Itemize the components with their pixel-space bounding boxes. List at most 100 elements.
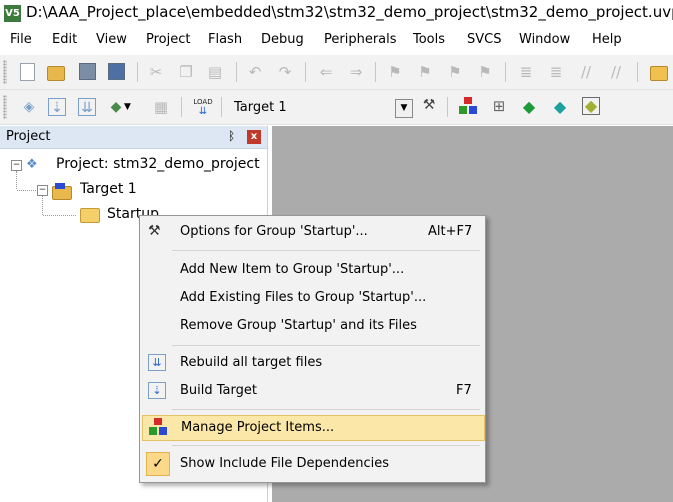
menu-item-add-existing-files[interactable]: Add Existing Files to Group 'Startup'...: [142, 285, 483, 311]
insert-bookmark-icon[interactable]: ⚑: [386, 63, 404, 81]
menu-item-manage-project-items[interactable]: Manage Project Items...: [142, 415, 485, 441]
select-packs-icon[interactable]: ⊞: [490, 97, 508, 115]
menu-item-options-for-group[interactable]: ⚒ Options for Group 'Startup'... Alt+F7: [142, 219, 483, 245]
next-bookmark-icon[interactable]: ⚑: [446, 63, 464, 81]
menu-item-rebuild-all[interactable]: ⇊ Rebuild all target files: [142, 350, 483, 376]
menu-item-label: Add Existing Files to Group 'Startup'...: [180, 290, 427, 305]
target-collapse-toggle[interactable]: −: [37, 185, 48, 196]
load-download-icon[interactable]: LOAD ⇊: [192, 98, 214, 117]
menu-project[interactable]: Project: [146, 32, 190, 47]
undo-icon[interactable]: ↶: [246, 63, 264, 81]
paste-icon[interactable]: ▤: [206, 63, 224, 81]
unindent-icon[interactable]: ≣: [547, 63, 565, 81]
menu-peripherals[interactable]: Peripherals: [324, 32, 397, 47]
cut-icon[interactable]: ✂: [147, 63, 165, 81]
toolbar-separator: [305, 62, 306, 82]
stop-build-icon[interactable]: ▦: [152, 98, 170, 116]
navigate-forward-icon[interactable]: ⇒: [347, 63, 365, 81]
target-icon: [52, 183, 72, 200]
project-panel-title: Project: [6, 129, 51, 144]
menu-item-build-target[interactable]: ⇣ Build Target F7: [142, 378, 483, 404]
multi-project-icon[interactable]: ◆: [582, 97, 600, 115]
redo-icon[interactable]: ↷: [276, 63, 294, 81]
window-title: D:\AAA_Project_place\embedded\stm32\stm3…: [26, 3, 673, 21]
pin-icon[interactable]: ᛒ: [228, 129, 235, 143]
clear-bookmarks-icon[interactable]: ⚑: [476, 63, 494, 81]
menu-view[interactable]: View: [96, 32, 127, 47]
options-wand-icon: ⚒: [148, 223, 161, 239]
file-toolbar: ✂ ❐ ▤ ↶ ↷ ⇐ ⇒ ⚑ ⚑ ⚑ ⚑ ≣ ≣ // //: [0, 55, 673, 90]
menu-edit[interactable]: Edit: [52, 32, 77, 47]
menu-debug[interactable]: Debug: [261, 32, 304, 47]
translate-icon[interactable]: ◈: [20, 98, 38, 116]
toolbar-separator: [447, 97, 448, 117]
menu-item-show-include-deps[interactable]: ✓ Show Include File Dependencies: [142, 451, 483, 477]
navigate-back-icon[interactable]: ⇐: [317, 63, 335, 81]
project-collapse-toggle[interactable]: −: [11, 160, 22, 171]
toolbar-grip[interactable]: [3, 60, 7, 84]
new-file-icon[interactable]: [20, 63, 35, 81]
menu-item-label: Build Target: [180, 383, 257, 398]
tree-guide-line: [16, 171, 18, 189]
tree-guide-line: [42, 196, 44, 215]
menu-svcs[interactable]: SVCS: [467, 32, 501, 47]
build-icon[interactable]: ⇣: [48, 98, 66, 116]
menu-item-remove-group[interactable]: Remove Group 'Startup' and its Files: [142, 313, 483, 339]
group-context-menu: ⚒ Options for Group 'Startup'... Alt+F7 …: [139, 215, 486, 483]
menu-item-label: Manage Project Items...: [181, 420, 335, 435]
manage-project-items-icon: [149, 418, 169, 436]
menu-flash[interactable]: Flash: [208, 32, 242, 47]
toolbar-separator: [181, 97, 182, 117]
tree-guide-line: [43, 215, 76, 217]
close-panel-button[interactable]: x: [247, 130, 261, 144]
menu-help[interactable]: Help: [592, 32, 622, 47]
toolbar-grip[interactable]: [3, 95, 7, 119]
menu-separator: [172, 345, 480, 346]
pack-installer-icon[interactable]: ◆: [551, 97, 569, 116]
indent-icon[interactable]: ≣: [517, 63, 535, 81]
options-for-target-icon[interactable]: ⚒: [420, 97, 438, 115]
rebuild-icon: ⇊: [148, 354, 166, 371]
manage-runtime-icon[interactable]: ◆: [520, 97, 538, 116]
menu-item-label: Show Include File Dependencies: [180, 456, 390, 471]
save-all-icon[interactable]: [108, 63, 125, 80]
menu-item-shortcut: Alt+F7: [428, 224, 473, 239]
folder-icon: [80, 208, 100, 223]
chevron-down-icon[interactable]: ▼: [395, 99, 413, 118]
checkmark-icon: ✓: [146, 452, 170, 476]
open-file-icon[interactable]: [47, 66, 65, 81]
toolbar-separator: [637, 62, 638, 82]
menu-item-label: Remove Group 'Startup' and its Files: [180, 318, 417, 333]
toolbar-separator: [505, 62, 506, 82]
copy-icon[interactable]: ❐: [177, 63, 195, 81]
previous-bookmark-icon[interactable]: ⚑: [416, 63, 434, 81]
toolbar-separator: [236, 62, 237, 82]
keil-app-icon: V5: [4, 5, 21, 22]
find-in-files-icon[interactable]: [650, 66, 668, 81]
manage-project-items-icon[interactable]: [459, 97, 477, 115]
menu-item-label: Rebuild all target files: [180, 355, 323, 370]
rebuild-icon[interactable]: ⇊: [78, 98, 96, 116]
menu-window[interactable]: Window: [519, 32, 570, 47]
tree-target-node[interactable]: Target 1: [80, 181, 137, 197]
save-icon[interactable]: [79, 63, 96, 80]
menu-separator: [172, 445, 480, 446]
project-icon: ❖: [26, 157, 38, 172]
menu-file[interactable]: File: [10, 32, 32, 47]
uncomment-icon[interactable]: //: [607, 63, 625, 81]
menu-item-shortcut: F7: [456, 383, 472, 398]
toolbar-separator: [221, 97, 222, 117]
batch-build-icon[interactable]: ◆: [107, 98, 125, 116]
menu-separator: [172, 409, 480, 410]
menu-item-label: Options for Group 'Startup'...: [180, 224, 368, 239]
build-icon: ⇣: [148, 382, 166, 399]
menu-item-add-new-item[interactable]: Add New Item to Group 'Startup'...: [142, 257, 483, 283]
menu-tools[interactable]: Tools: [413, 32, 445, 47]
tree-project-node[interactable]: Project: stm32_demo_project: [56, 156, 260, 172]
tree-guide-line: [17, 190, 36, 192]
comment-icon[interactable]: //: [577, 63, 595, 81]
batch-dropdown-icon[interactable]: ▼: [124, 98, 142, 116]
project-panel-header: Project ᛒ x: [0, 126, 267, 149]
target-select-value: Target 1: [234, 100, 287, 115]
title-bar: V5 D:\AAA_Project_place\embedded\stm32\s…: [0, 0, 673, 27]
